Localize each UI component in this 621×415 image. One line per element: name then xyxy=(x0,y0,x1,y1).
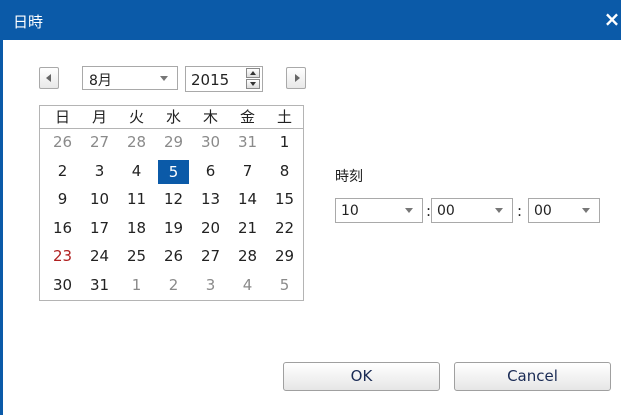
calendar-day[interactable]: 17 xyxy=(81,217,118,239)
weekday-label: 金 xyxy=(239,108,255,126)
chevron-down-icon xyxy=(582,208,590,213)
calendar-day[interactable]: 16 xyxy=(44,217,81,239)
calendar-day[interactable]: 21 xyxy=(229,217,266,239)
calendar-day[interactable]: 3 xyxy=(192,274,229,296)
minute-value: 00 xyxy=(437,203,455,219)
calendar-day[interactable]: 11 xyxy=(118,188,155,210)
time-separator: : xyxy=(517,202,523,220)
calendar-day[interactable]: 19 xyxy=(155,217,192,239)
calendar-day[interactable]: 4 xyxy=(229,274,266,296)
chevron-left-icon xyxy=(46,74,51,82)
chevron-down-icon xyxy=(405,208,413,213)
calendar-grid: 日月火水木金土 26 27 28 29 30 31 1 2 3 4 5 6 7 8 9 10 11 12 13 14 1… xyxy=(39,105,304,301)
calendar-day[interactable]: 5 xyxy=(266,274,303,296)
hour-dropdown-button[interactable] xyxy=(396,199,422,222)
weekday-label: 日 xyxy=(54,108,70,126)
month-value: 8月 xyxy=(89,73,112,89)
calendar-day[interactable]: 26 xyxy=(155,245,192,267)
weekday-label: 木 xyxy=(202,108,218,126)
calendar-day[interactable]: 15 xyxy=(266,188,303,210)
calendar-day[interactable]: 18 xyxy=(118,217,155,239)
calendar-day[interactable]: 29 xyxy=(155,131,192,153)
calendar-day[interactable]: 13 xyxy=(192,188,229,210)
year-decrement-button[interactable] xyxy=(246,79,260,89)
calendar-day[interactable]: 12 xyxy=(155,188,192,210)
calendar-day[interactable]: 20 xyxy=(192,217,229,239)
calendar-day[interactable]: 24 xyxy=(81,245,118,267)
calendar-day[interactable]: 4 xyxy=(118,160,155,182)
calendar-day[interactable]: 28 xyxy=(118,131,155,153)
calendar-day[interactable]: 29 xyxy=(266,245,303,267)
second-select[interactable]: 00 xyxy=(528,198,600,223)
close-icon[interactable]: × xyxy=(602,8,621,30)
calendar-day[interactable]: 1 xyxy=(266,131,303,153)
calendar-day[interactable]: 14 xyxy=(229,188,266,210)
prev-month-button[interactable] xyxy=(39,67,59,89)
weekday-header: 日月火水木金土 xyxy=(40,106,303,129)
calendar-day[interactable]: 23 xyxy=(44,245,81,267)
hour-select[interactable]: 10 xyxy=(335,198,423,223)
calendar-day[interactable]: 6 xyxy=(192,160,229,182)
spin-up-icon xyxy=(250,71,256,75)
calendar-day[interactable]: 30 xyxy=(192,131,229,153)
chevron-right-icon xyxy=(295,74,300,82)
calendar-day[interactable]: 8 xyxy=(266,160,303,182)
minute-select[interactable]: 00 xyxy=(431,198,513,223)
calendar-day[interactable]: 31 xyxy=(81,274,118,296)
time-label: 時刻 xyxy=(335,169,363,185)
ok-button[interactable]: OK xyxy=(283,362,440,391)
calendar-day[interactable]: 10 xyxy=(81,188,118,210)
calendar-day[interactable]: 3 xyxy=(81,160,118,182)
calendar-day[interactable]: 28 xyxy=(229,245,266,267)
calendar-day-selected[interactable]: 5 xyxy=(158,159,189,184)
minute-dropdown-button[interactable] xyxy=(486,199,512,222)
datetime-dialog: 日時 × 8月 2015 日月火水木金土 26 27 28 29 30 31 1 2 3 4 5 6 7… xyxy=(0,0,621,415)
month-select[interactable]: 8月 xyxy=(82,66,178,90)
chevron-down-icon xyxy=(495,208,503,213)
calendar-day[interactable]: 26 xyxy=(44,131,81,153)
calendar-day[interactable]: 25 xyxy=(118,245,155,267)
year-increment-button[interactable] xyxy=(246,68,260,78)
hour-value: 10 xyxy=(341,203,359,219)
calendar-day[interactable]: 31 xyxy=(229,131,266,153)
calendar-day[interactable]: 2 xyxy=(155,274,192,296)
dialog-title: 日時 xyxy=(13,13,44,31)
calendar-day[interactable]: 27 xyxy=(81,131,118,153)
next-month-button[interactable] xyxy=(286,67,306,89)
year-value: 2015 xyxy=(191,71,230,89)
calendar-day[interactable]: 9 xyxy=(44,188,81,210)
cancel-button[interactable]: Cancel xyxy=(454,362,611,391)
calendar-day[interactable]: 22 xyxy=(266,217,303,239)
second-dropdown-button[interactable] xyxy=(573,199,599,222)
calendar-day[interactable]: 27 xyxy=(192,245,229,267)
calendar-day[interactable]: 2 xyxy=(44,160,81,182)
month-dropdown-button[interactable] xyxy=(151,67,177,89)
second-value: 00 xyxy=(534,203,552,219)
calendar-day[interactable]: 30 xyxy=(44,274,81,296)
weekday-label: 水 xyxy=(165,108,181,126)
weekday-label: 土 xyxy=(276,108,292,126)
title-bar: 日時 × xyxy=(3,0,621,40)
spin-down-icon xyxy=(250,82,256,86)
year-spinner[interactable]: 2015 xyxy=(185,66,263,92)
weekday-label: 火 xyxy=(128,108,144,126)
chevron-down-icon xyxy=(160,76,168,81)
calendar-day[interactable]: 7 xyxy=(229,160,266,182)
weekday-label: 月 xyxy=(91,108,107,126)
calendar-day[interactable]: 1 xyxy=(118,274,155,296)
